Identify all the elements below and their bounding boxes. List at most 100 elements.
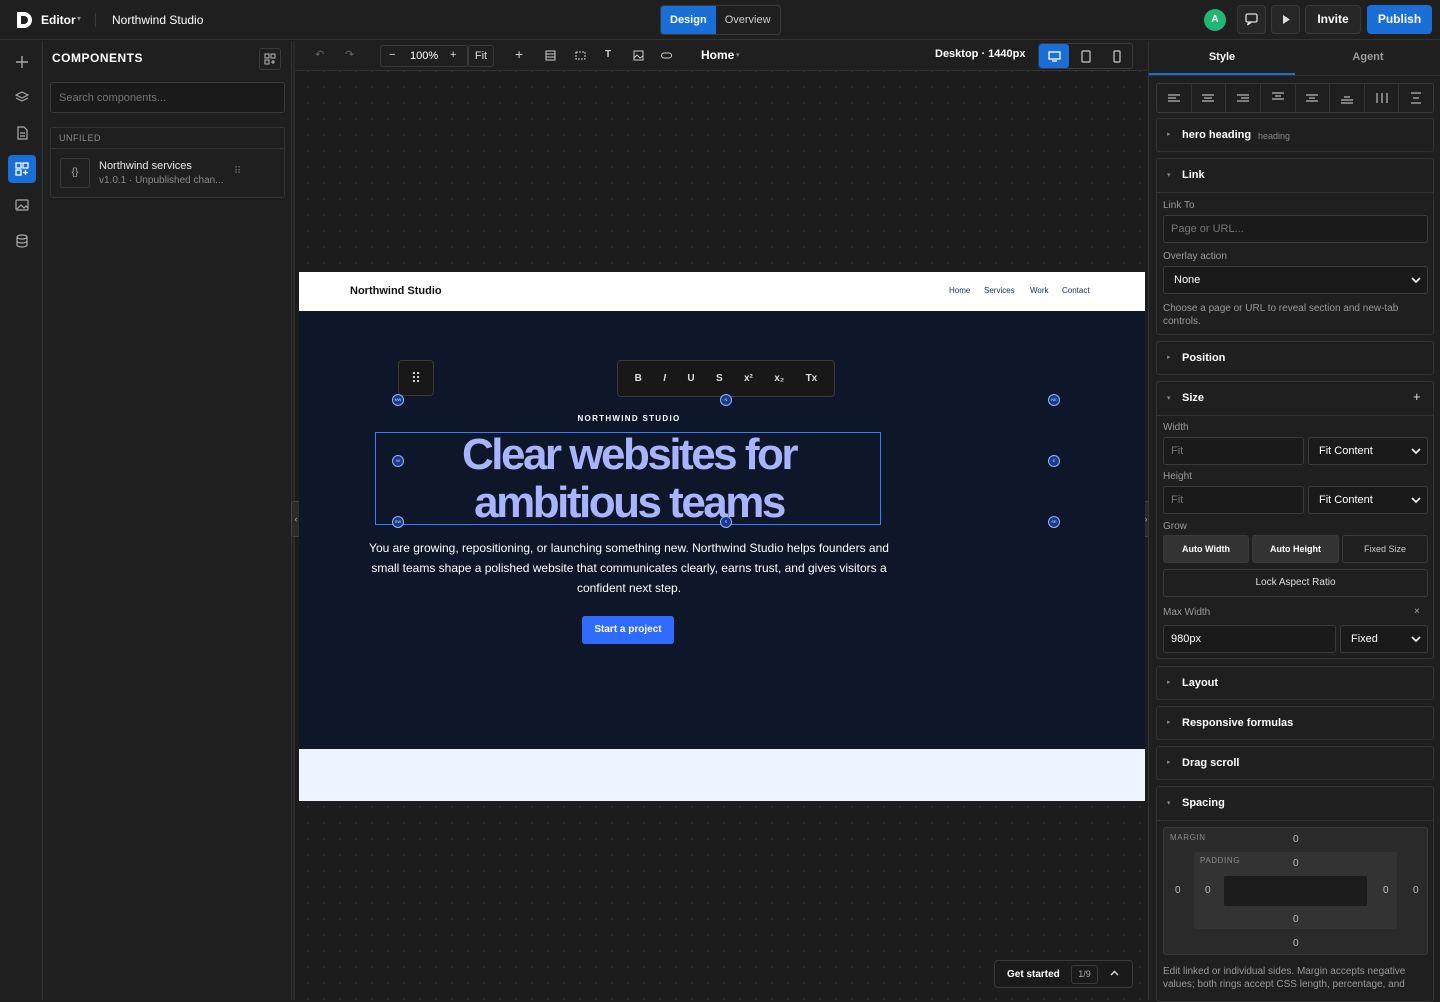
- next-section[interactable]: [299, 749, 1145, 801]
- overlay-action-select[interactable]: None: [1163, 266, 1428, 294]
- image-tool-icon[interactable]: [633, 50, 644, 61]
- nav-link-services[interactable]: Services: [984, 286, 1015, 295]
- hero-body[interactable]: You are growing, repositioning, or launc…: [369, 538, 889, 598]
- subscript-button[interactable]: x₂: [774, 373, 784, 384]
- preview-button[interactable]: [1271, 5, 1300, 34]
- zoom-out-button[interactable]: −: [389, 49, 395, 61]
- database-icon[interactable]: [8, 227, 36, 255]
- resize-handle-s[interactable]: S: [720, 516, 732, 528]
- section-title[interactable]: Size: [1182, 392, 1204, 404]
- responsive-formulas-section[interactable]: ▸ Responsive formulas: [1156, 706, 1434, 740]
- chevron-down-icon[interactable]: ▾: [736, 51, 740, 59]
- redo-icon[interactable]: ↷: [345, 48, 354, 61]
- resize-handle-nw[interactable]: NW: [392, 394, 404, 406]
- undo-icon[interactable]: ↶: [315, 48, 324, 61]
- hero-eyebrow[interactable]: NORTHWIND STUDIO: [299, 414, 959, 423]
- tab-design[interactable]: Design: [661, 6, 716, 34]
- mobile-icon[interactable]: [1102, 44, 1132, 68]
- project-name[interactable]: Northwind Studio: [112, 13, 203, 27]
- add-element-icon[interactable]: +: [515, 46, 523, 62]
- margin-left-value[interactable]: 0: [1175, 885, 1181, 896]
- resize-handle-w[interactable]: W: [392, 455, 404, 467]
- app-name[interactable]: Editor: [41, 13, 76, 27]
- max-width-mode-select[interactable]: Fixed: [1340, 625, 1428, 653]
- grow-fixed-size-button[interactable]: Fixed Size: [1342, 535, 1428, 563]
- padding-top-value[interactable]: 0: [1293, 858, 1299, 869]
- strike-button[interactable]: S: [716, 373, 723, 384]
- tab-overview[interactable]: Overview: [716, 6, 780, 34]
- add-icon[interactable]: [8, 48, 36, 76]
- bold-button[interactable]: B: [635, 373, 642, 384]
- grow-auto-width-button[interactable]: Auto Width: [1163, 535, 1249, 563]
- resize-handle-sw[interactable]: SW: [392, 516, 404, 528]
- max-width-input[interactable]: 980px: [1163, 625, 1336, 653]
- comments-button[interactable]: [1237, 5, 1266, 34]
- layers-icon[interactable]: [8, 83, 36, 111]
- padding-left-value[interactable]: 0: [1205, 885, 1211, 896]
- layout-section[interactable]: ▸ Layout: [1156, 666, 1434, 700]
- margin-bottom-value[interactable]: 0: [1293, 938, 1299, 949]
- media-icon[interactable]: [8, 191, 36, 219]
- resize-handle-se[interactable]: SE: [1048, 516, 1060, 528]
- nav-link-work[interactable]: Work: [1030, 286, 1049, 295]
- drag-handle-icon[interactable]: ⠿: [398, 360, 434, 396]
- height-mode-select[interactable]: Fit Content: [1308, 486, 1428, 514]
- fit-button[interactable]: Fit: [468, 45, 494, 67]
- width-mode-select[interactable]: Fit Content: [1308, 437, 1428, 465]
- chevron-down-icon[interactable]: ▾: [1167, 799, 1171, 807]
- align-bottom-icon[interactable]: [1330, 84, 1365, 112]
- padding-right-value[interactable]: 0: [1383, 885, 1389, 896]
- button-tool-icon[interactable]: [661, 50, 672, 61]
- clear-max-width-icon[interactable]: ×: [1414, 606, 1420, 617]
- section-title[interactable]: Link: [1182, 169, 1205, 181]
- drag-handle-icon[interactable]: ⠿: [234, 166, 241, 177]
- position-section[interactable]: ▸ Position: [1156, 341, 1434, 375]
- tab-style[interactable]: Style: [1149, 41, 1295, 75]
- nav-link-contact[interactable]: Contact: [1062, 286, 1090, 295]
- section-title[interactable]: Spacing: [1182, 797, 1225, 809]
- align-center-icon[interactable]: [1192, 84, 1227, 112]
- height-input[interactable]: [1163, 486, 1304, 514]
- search-input[interactable]: [50, 82, 285, 113]
- get-started-widget[interactable]: Get started 1/9: [994, 960, 1133, 988]
- chevron-down-icon[interactable]: ▾: [1167, 171, 1171, 179]
- underline-button[interactable]: U: [687, 373, 694, 384]
- invite-button[interactable]: Invite: [1305, 5, 1361, 34]
- margin-right-value[interactable]: 0: [1413, 885, 1419, 896]
- add-size-button[interactable]: +: [1413, 389, 1421, 404]
- nav-link-home[interactable]: Home: [949, 286, 970, 295]
- app-logo-icon[interactable]: [14, 10, 34, 30]
- tablet-icon[interactable]: [1071, 44, 1101, 68]
- element-section[interactable]: ▸ hero heading heading: [1156, 118, 1434, 152]
- superscript-button[interactable]: x²: [744, 373, 753, 384]
- chevron-down-icon[interactable]: ▾: [1167, 394, 1171, 402]
- align-right-icon[interactable]: [1226, 84, 1261, 112]
- align-top-icon[interactable]: [1261, 84, 1296, 112]
- component-name[interactable]: Northwind services: [99, 160, 192, 172]
- resize-handle-ne[interactable]: NE: [1048, 394, 1060, 406]
- components-icon[interactable]: [8, 155, 36, 183]
- padding-bottom-value[interactable]: 0: [1293, 914, 1299, 925]
- align-left-icon[interactable]: [1157, 84, 1192, 112]
- tab-agent[interactable]: Agent: [1295, 41, 1440, 75]
- page-selector[interactable]: Home: [701, 48, 734, 62]
- desktop-icon[interactable]: [1039, 44, 1069, 68]
- grow-auto-height-button[interactable]: Auto Height: [1252, 535, 1339, 563]
- width-input[interactable]: [1163, 437, 1304, 465]
- canvas[interactable]: ↶ ↷ − 100% + Fit + T Home ▾ Desktop · 14…: [291, 41, 1151, 1000]
- drag-scroll-section[interactable]: ▸ Drag scroll: [1156, 746, 1434, 780]
- zoom-in-button[interactable]: +: [450, 49, 456, 61]
- avatar[interactable]: A: [1204, 9, 1226, 31]
- start-project-button[interactable]: Start a project: [582, 616, 674, 644]
- distribute-vertical-icon[interactable]: [1399, 84, 1433, 112]
- lock-aspect-ratio-button[interactable]: Lock Aspect Ratio: [1163, 569, 1428, 597]
- chevron-up-icon[interactable]: [1109, 968, 1120, 979]
- distribute-horizontal-icon[interactable]: [1365, 84, 1400, 112]
- section-icon[interactable]: [545, 50, 556, 61]
- site-brand[interactable]: Northwind Studio: [350, 285, 442, 297]
- publish-button[interactable]: Publish: [1367, 5, 1432, 34]
- resize-handle-e[interactable]: E: [1048, 455, 1060, 467]
- margin-top-value[interactable]: 0: [1293, 834, 1299, 845]
- clear-format-button[interactable]: Tx: [806, 373, 818, 384]
- align-middle-icon[interactable]: [1296, 84, 1331, 112]
